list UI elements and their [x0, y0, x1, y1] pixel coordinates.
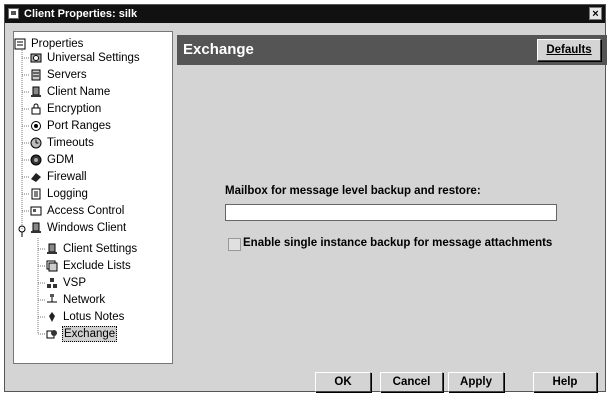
help-button[interactable]: Help — [533, 372, 597, 392]
logging-icon — [31, 188, 41, 200]
client-name-icon — [31, 86, 41, 97]
servers-icon — [31, 69, 41, 81]
title-bar: Client Properties: silk × — [5, 5, 605, 23]
defaults-button-label: Defaults — [546, 44, 592, 56]
access-control-icon — [30, 206, 42, 216]
timeouts-icon — [30, 137, 42, 149]
port-ranges-icon — [31, 121, 41, 131]
firewall-icon — [31, 173, 41, 182]
network-icon — [47, 294, 57, 303]
exclude-lists-icon — [46, 260, 58, 272]
client-properties-window: Client Properties: silk × Properties Uni… — [4, 4, 607, 392]
exchange-icon — [46, 330, 57, 339]
button-bar: OK Cancel Apply Help — [5, 369, 605, 392]
properties-icon — [14, 38, 26, 50]
cancel-button[interactable]: Cancel — [380, 372, 443, 392]
defaults-button[interactable]: Defaults — [537, 39, 601, 61]
mailbox-label: Mailbox for message level backup and res… — [225, 185, 481, 197]
single-instance-checkbox[interactable] — [228, 238, 241, 251]
universal-settings-icon — [30, 53, 42, 63]
single-instance-checkbox-label[interactable]: Enable single instance backup for messag… — [243, 237, 552, 249]
window-title: Client Properties: silk — [24, 8, 138, 20]
ok-button[interactable]: OK — [315, 372, 371, 392]
close-button[interactable]: × — [589, 7, 602, 20]
client-settings-icon — [47, 243, 57, 254]
lotus-notes-icon — [49, 312, 55, 322]
mailbox-input[interactable] — [225, 204, 557, 221]
panel-title: Exchange — [183, 41, 254, 58]
vsp-icon — [47, 278, 57, 288]
window-icon — [8, 8, 19, 19]
gdm-icon — [30, 154, 42, 166]
lock-icon — [31, 103, 41, 115]
properties-tree: Properties Universal Settings Servers Cl… — [13, 31, 173, 364]
panel-header: Exchange Defaults — [177, 35, 607, 65]
exchange-panel: Exchange Defaults Mailbox for message le… — [173, 31, 607, 368]
apply-button[interactable]: Apply — [448, 372, 504, 392]
windows-client-icon — [31, 222, 41, 233]
